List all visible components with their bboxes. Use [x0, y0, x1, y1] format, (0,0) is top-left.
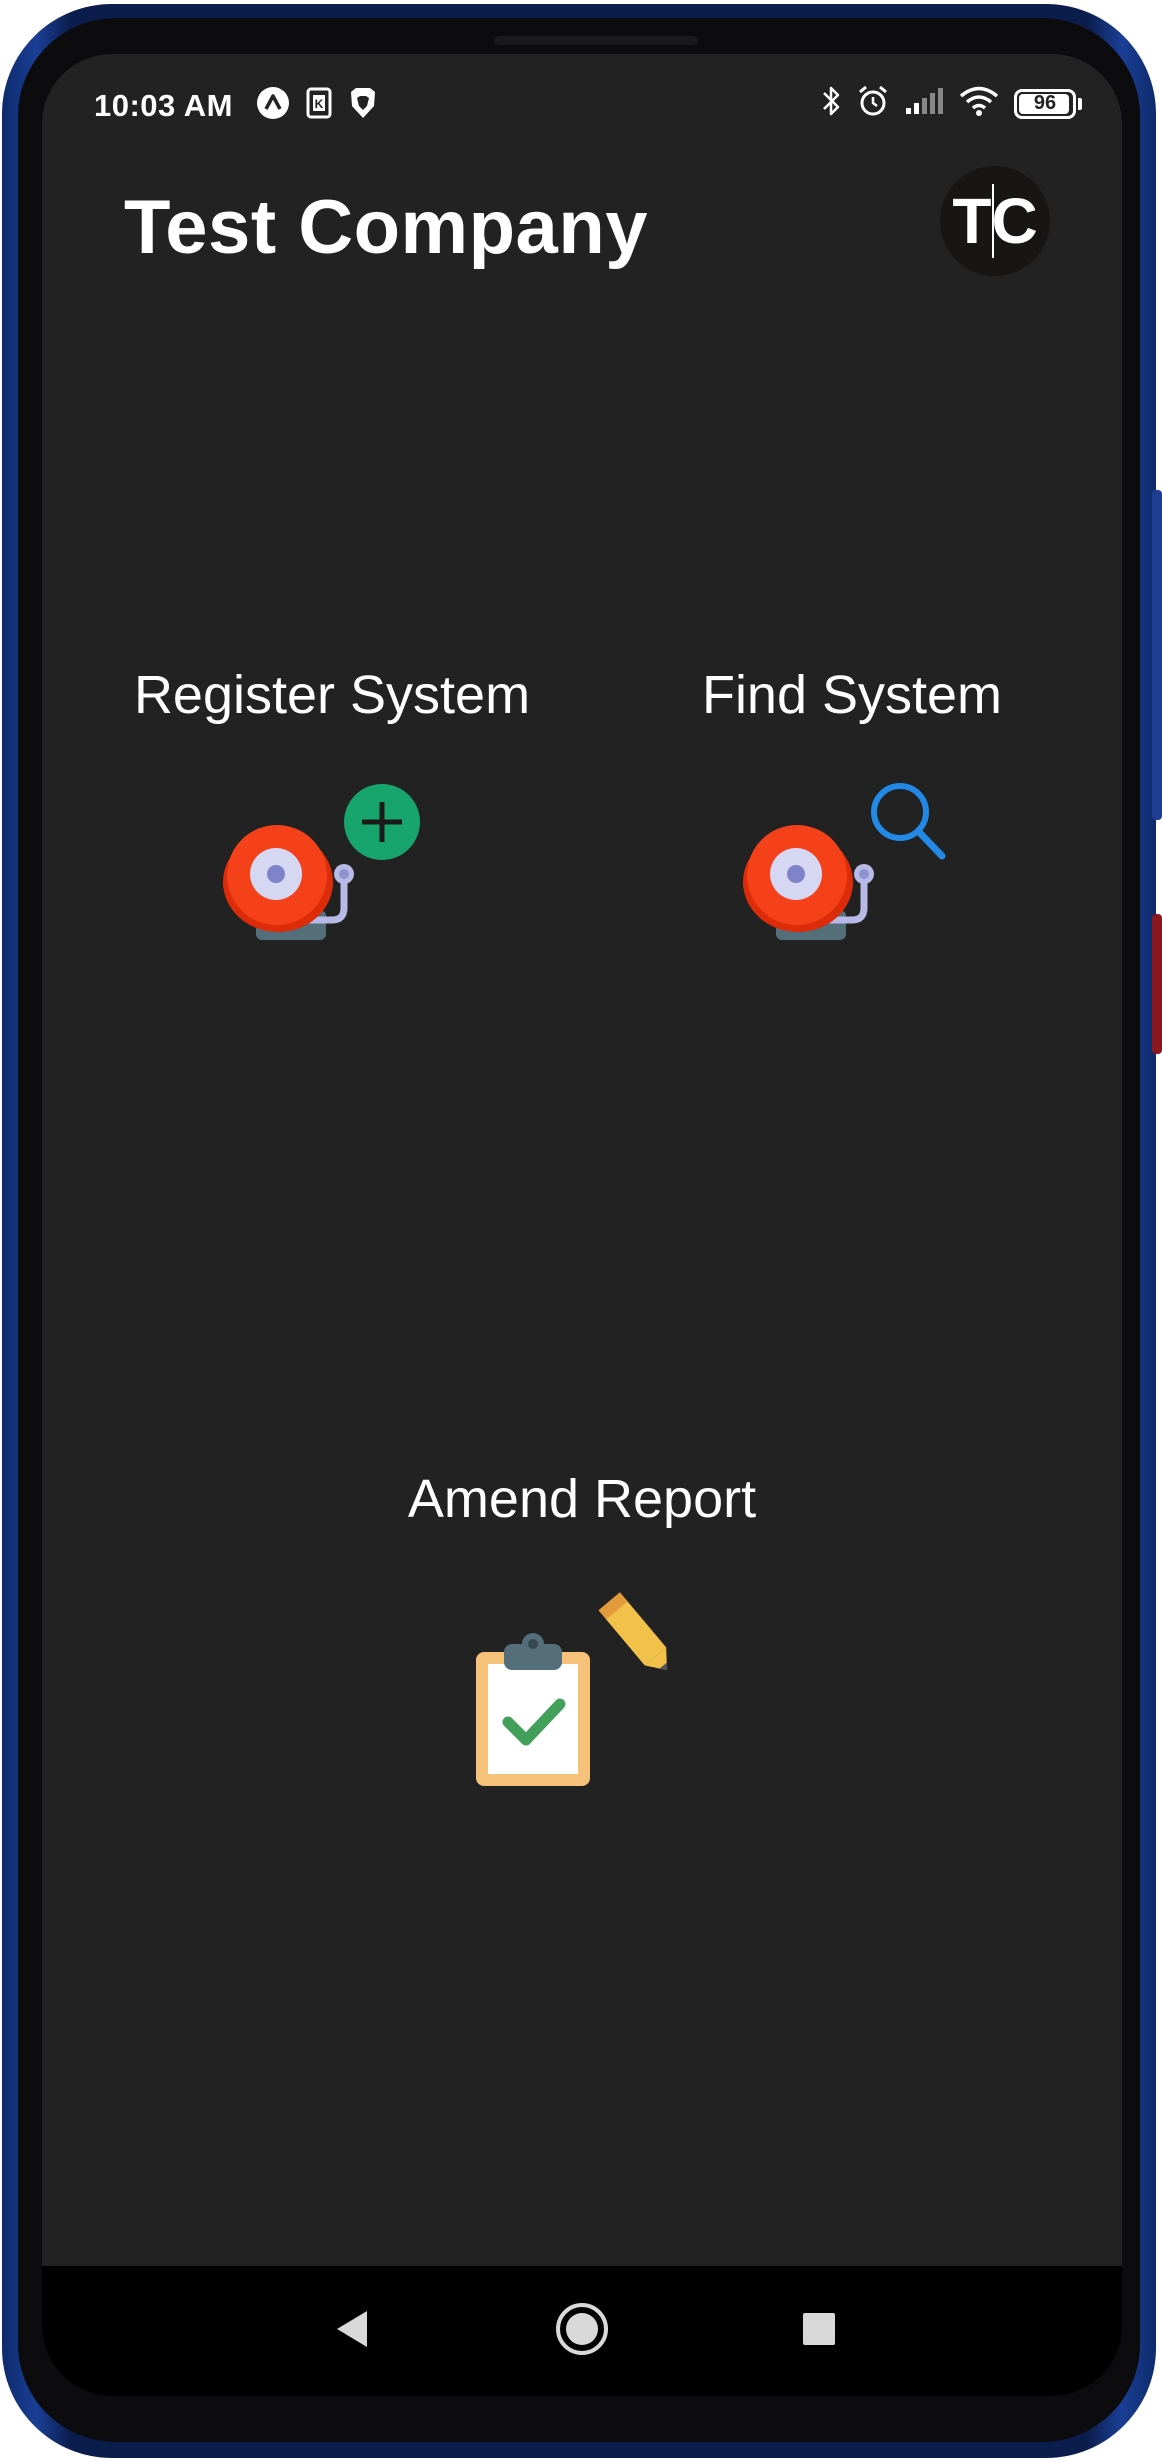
battery-level: 96: [1033, 92, 1057, 114]
battery-icon: 96: [1014, 88, 1082, 119]
system-icons: 96: [820, 84, 1082, 123]
wifi-icon: [958, 85, 1000, 122]
bluetooth-icon: [820, 84, 842, 123]
signal-icon: [904, 86, 944, 121]
amend-report-label: Amend Report: [407, 1469, 757, 1529]
find-system-label: Find System: [701, 665, 1003, 725]
avatar-divider: [992, 184, 994, 258]
phone-frame: 10:03 AM K 96 Test Company TC Register S…: [2, 4, 1162, 2458]
svg-text:K: K: [315, 97, 324, 111]
back-icon: [333, 2307, 373, 2356]
screen: 10:03 AM K 96 Test Company TC Register S…: [42, 54, 1122, 2396]
volume-button: [1152, 490, 1162, 820]
register-system-label: Register System: [133, 665, 531, 725]
lion-shield-icon: [348, 86, 378, 125]
back-button[interactable]: [318, 2296, 388, 2366]
avatar-initials: TC: [952, 185, 1038, 257]
home-button[interactable]: [547, 2296, 617, 2366]
register-system-button[interactable]: Register System: [102, 664, 562, 987]
status-bar: 10:03 AM K 96: [42, 54, 1122, 154]
alarm-icon: [856, 84, 890, 123]
k-square-icon: K: [306, 87, 332, 124]
navigation-bar: [42, 2266, 1122, 2396]
amend-report-button[interactable]: Amend Report: [362, 1468, 802, 1801]
page-title: Test Company: [124, 185, 649, 270]
recents-icon: [801, 2311, 837, 2352]
power-button: [1152, 914, 1162, 1054]
home-icon: [554, 2301, 610, 2362]
notification-icons: K: [256, 86, 378, 125]
recents-button[interactable]: [784, 2296, 854, 2366]
alarm-bell-search-icon: [742, 782, 962, 987]
earpiece: [494, 36, 698, 45]
status-time: 10:03 AM: [94, 88, 233, 123]
find-system-button[interactable]: Find System: [642, 664, 1062, 987]
arrow-up-circle-icon: [256, 86, 290, 125]
alarm-bell-add-icon: [222, 782, 442, 987]
clipboard-check-edit-icon: [472, 1586, 692, 1801]
company-avatar[interactable]: TC: [940, 166, 1050, 276]
